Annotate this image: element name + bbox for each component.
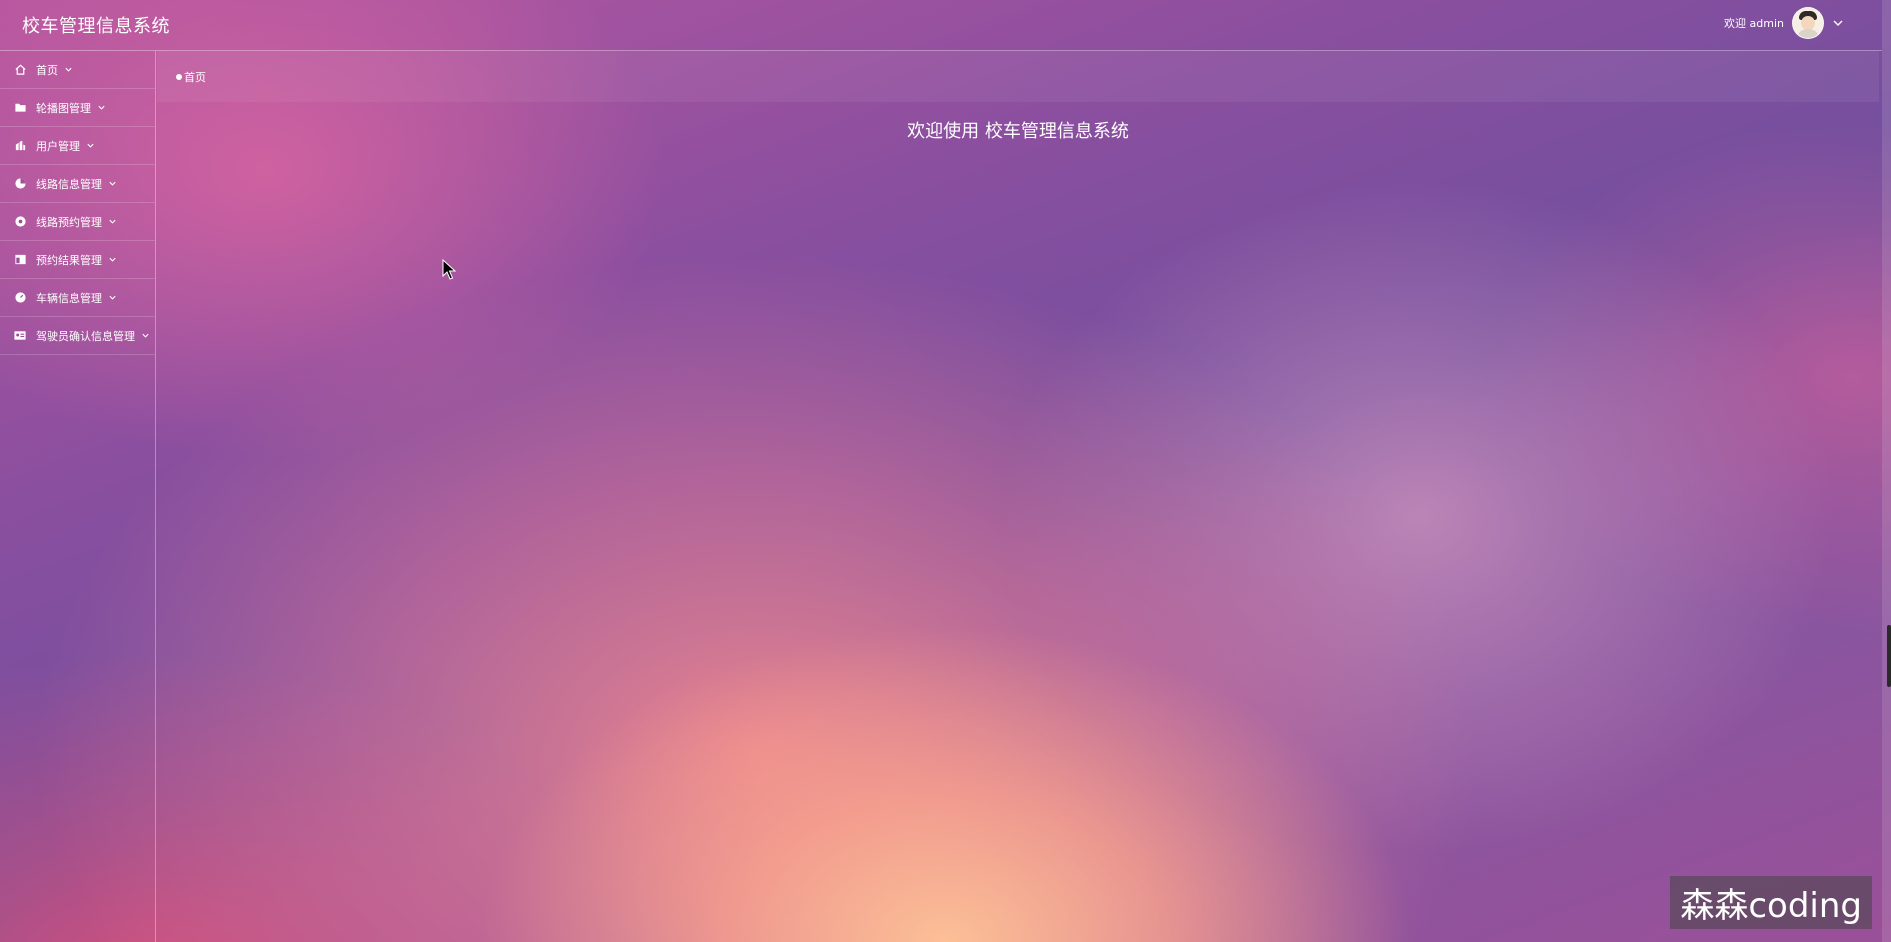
welcome-prefix: 欢迎: [1724, 17, 1747, 30]
id-card-icon: [13, 329, 27, 343]
watermark-text: 森森coding: [1670, 876, 1872, 929]
sidebar-item-label: 首页: [36, 63, 58, 77]
scrollbar-thumb[interactable]: [1887, 625, 1891, 687]
sidebar-item-label: 驾驶员确认信息管理: [36, 329, 135, 343]
main-content: 首页 欢迎使用 校车管理信息系统: [157, 51, 1879, 942]
page-scrollbar[interactable]: [1882, 0, 1891, 942]
username: admin: [1749, 17, 1784, 30]
avatar[interactable]: [1792, 7, 1824, 39]
chevron-down-icon: [87, 143, 94, 148]
sidebar-item-route-booking[interactable]: 线路预约管理: [0, 203, 155, 241]
chevron-down-icon: [65, 67, 72, 72]
sidebar-item-label: 车辆信息管理: [36, 291, 102, 305]
sidebar-item-vehicles[interactable]: 车辆信息管理: [0, 279, 155, 317]
gauge-icon: [13, 291, 27, 305]
user-menu[interactable]: 欢迎 admin: [1724, 7, 1844, 39]
sidebar-item-label: 预约结果管理: [36, 253, 102, 267]
chevron-down-icon: [142, 333, 149, 338]
record-icon: [13, 215, 27, 229]
sidebar-item-label: 用户管理: [36, 139, 80, 153]
mouse-cursor-icon: [442, 259, 456, 280]
sidebar-nav: 首页 轮播图管理 用户管理 线路信息管理 线路预约管理 预约结果管理 车辆信息管…: [0, 51, 156, 942]
chevron-down-icon: [98, 105, 105, 110]
chevron-down-icon: [109, 295, 116, 300]
sidebar-item-label: 轮播图管理: [36, 101, 91, 115]
breadcrumb-dot-icon: [176, 73, 182, 80]
welcome-heading: 欢迎使用 校车管理信息系统: [907, 121, 1129, 142]
table-icon: [13, 253, 27, 267]
sidebar-item-carousel[interactable]: 轮播图管理: [0, 89, 155, 127]
sidebar-item-label: 线路预约管理: [36, 215, 102, 229]
welcome-user-text: 欢迎 admin: [1724, 15, 1784, 31]
top-header: 校车管理信息系统 欢迎 admin: [0, 0, 1882, 51]
folder-icon: [13, 101, 27, 115]
sidebar-item-label: 线路信息管理: [36, 177, 102, 191]
sidebar-item-routes[interactable]: 线路信息管理: [0, 165, 155, 203]
app-title: 校车管理信息系统: [22, 16, 170, 37]
chevron-down-icon: [109, 257, 116, 262]
chevron-down-icon: [109, 219, 116, 224]
sidebar-item-driver-confirm[interactable]: 驾驶员确认信息管理: [0, 317, 155, 355]
sidebar-item-booking-results[interactable]: 预约结果管理: [0, 241, 155, 279]
chevron-down-icon: [109, 181, 116, 186]
home-icon: [13, 63, 27, 77]
breadcrumb: 首页: [157, 51, 1879, 102]
breadcrumb-current[interactable]: 首页: [184, 69, 206, 85]
sidebar-item-users[interactable]: 用户管理: [0, 127, 155, 165]
pie-chart-icon: [13, 177, 27, 191]
user-group-icon: [13, 139, 27, 153]
sidebar-item-home[interactable]: 首页: [0, 51, 155, 89]
chevron-down-icon[interactable]: [1832, 17, 1844, 29]
